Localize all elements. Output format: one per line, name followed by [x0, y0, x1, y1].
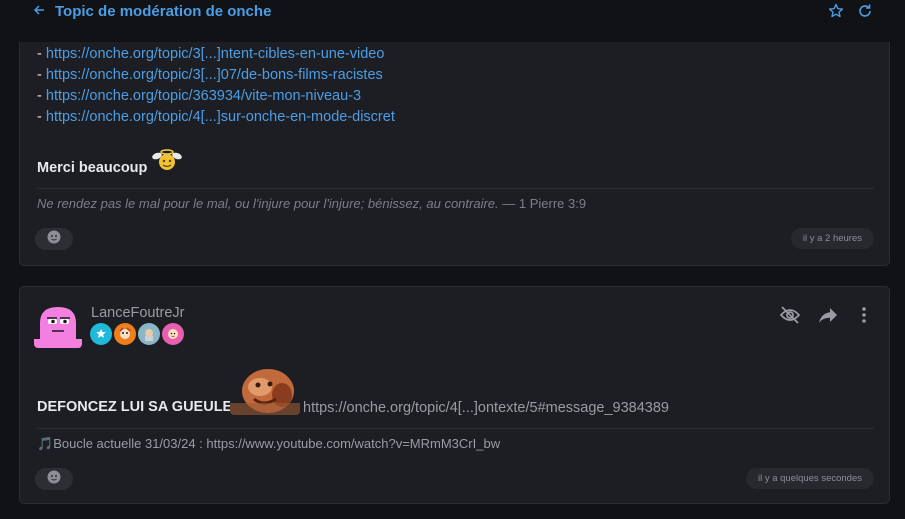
message-text: DEFONCEZ LUI SA GUEULE: [37, 399, 233, 415]
star-icon[interactable]: [828, 3, 844, 19]
list-item: - https://onche.org/topic/3[...]07/de-bo…: [37, 65, 395, 86]
star-badge-icon: [90, 323, 112, 345]
more-vertical-icon[interactable]: [853, 304, 875, 326]
baby-badge-icon: [162, 323, 184, 345]
refresh-icon[interactable]: [857, 3, 873, 19]
page-title[interactable]: Topic de modération de onche: [55, 3, 271, 20]
topic-link[interactable]: https://onche.org/topic/4[...]sur-onche-…: [46, 109, 395, 125]
signature-reference: — 1 Pierre 3:9: [498, 196, 587, 211]
angel-smiley-icon: [152, 148, 182, 177]
post-timestamp: il y a 2 heures: [790, 228, 874, 249]
avatar[interactable]: [34, 301, 82, 348]
list-dash: -: [37, 67, 42, 83]
list-dash: -: [37, 109, 42, 125]
signature-text: Boucle actuelle 31/03/24 : https://www.y…: [53, 436, 501, 451]
list-item: - https://onche.org/topic/3[...]ntent-ci…: [37, 44, 395, 65]
signature-divider: [37, 188, 874, 189]
list-dash: -: [37, 88, 42, 104]
hide-eye-icon[interactable]: [779, 304, 801, 326]
top-bar: Topic de modération de onche: [0, 0, 905, 26]
list-item: - https://onche.org/topic/4[...]sur-onch…: [37, 107, 395, 128]
thanks-text: Merci beaucoup: [37, 160, 148, 176]
post-link-list: - https://onche.org/topic/3[...]ntent-ci…: [37, 44, 395, 128]
username[interactable]: LanceFoutreJr: [91, 305, 185, 321]
face-badge-icon: [138, 323, 160, 345]
smiley-icon: [47, 470, 61, 489]
topic-link[interactable]: https://onche.org/topic/3[...]ntent-cibl…: [46, 46, 385, 62]
list-dash: -: [37, 46, 42, 62]
post-timestamp: il y a quelques secondes: [745, 468, 874, 489]
add-reaction-button[interactable]: [35, 468, 73, 490]
post-card: - https://onche.org/topic/3[...]ntent-ci…: [19, 42, 890, 266]
music-note-icon: 🎵: [37, 436, 54, 451]
badge-list: [90, 323, 184, 345]
character-badge-icon: [114, 323, 136, 345]
list-item: - https://onche.org/topic/363934/vite-mo…: [37, 86, 395, 107]
signature-quote: Ne rendez pas le mal pour le mal, ou l'i…: [37, 196, 499, 211]
smiley-icon: [47, 230, 61, 249]
signature-divider: [37, 428, 874, 429]
share-icon[interactable]: [817, 304, 839, 326]
topic-link[interactable]: https://onche.org/topic/363934/vite-mon-…: [46, 88, 361, 104]
message-link[interactable]: https://onche.org/topic/4[...]ontexte/5#…: [303, 400, 669, 416]
sticker-image: [230, 369, 300, 415]
add-reaction-button[interactable]: [35, 228, 73, 250]
post-card: LanceFoutreJr DEFONCEZ LUI SA GUEULE htt…: [19, 286, 890, 504]
signature: 🎵Boucle actuelle 31/03/24 : https://www.…: [37, 436, 500, 452]
signature: Ne rendez pas le mal pour le mal, ou l'i…: [37, 196, 586, 211]
arrow-left-icon[interactable]: [33, 3, 45, 19]
topic-link[interactable]: https://onche.org/topic/3[...]07/de-bons…: [46, 67, 383, 83]
